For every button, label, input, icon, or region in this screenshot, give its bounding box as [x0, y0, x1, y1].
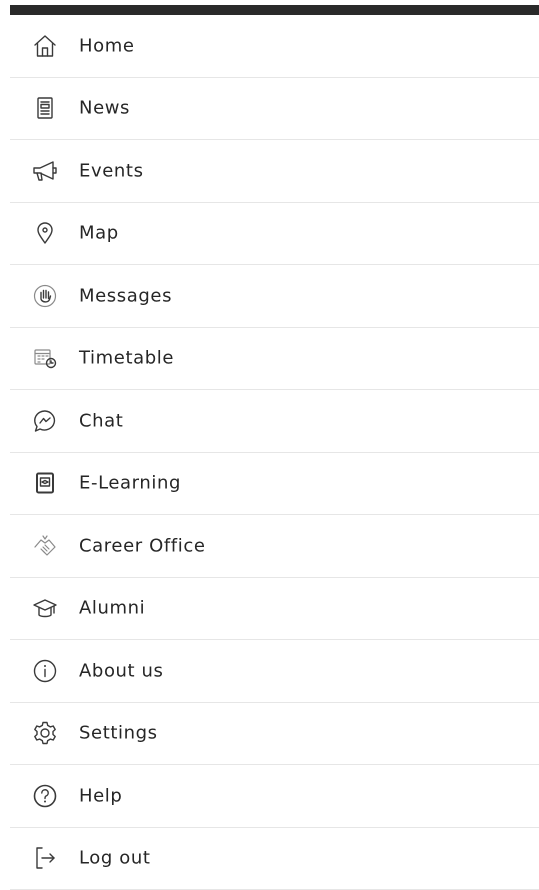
menu-item-chat[interactable]: Chat — [10, 390, 539, 453]
chat-bubble-icon — [32, 408, 58, 434]
menu-item-label: Map — [79, 222, 119, 244]
menu-item-e-learning[interactable]: E-Learning — [10, 453, 539, 515]
hand-icon — [32, 283, 58, 309]
menu-item-home[interactable]: Home — [10, 15, 539, 78]
map-pin-icon — [32, 220, 58, 246]
menu-item-about-us[interactable]: About us — [10, 640, 539, 703]
news-icon — [32, 95, 58, 121]
tablet-icon — [32, 470, 58, 496]
logout-icon — [32, 845, 58, 871]
menu-item-label: Timetable — [79, 347, 175, 369]
graduation-cap-icon — [32, 595, 58, 621]
menu-item-label: Chat — [79, 410, 124, 432]
menu-item-label: Home — [79, 35, 135, 57]
info-icon — [32, 658, 58, 684]
menu-item-log-out[interactable]: Log out — [10, 828, 539, 890]
menu-item-label: Log out — [79, 847, 151, 869]
menu-item-career-office[interactable]: Career Office — [10, 515, 539, 578]
menu-item-label: Settings — [79, 722, 158, 744]
menu-item-settings[interactable]: Settings — [10, 703, 539, 765]
menu-item-label: About us — [79, 660, 164, 682]
menu-item-help[interactable]: Help — [10, 765, 539, 828]
home-icon — [32, 33, 58, 59]
menu-item-events[interactable]: Events — [10, 140, 539, 203]
handshake-icon — [32, 533, 58, 559]
menu-item-label: Career Office — [79, 535, 206, 557]
menu-item-label: Alumni — [79, 597, 146, 619]
menu-item-news[interactable]: News — [10, 78, 539, 140]
help-icon — [32, 783, 58, 809]
menu-item-alumni[interactable]: Alumni — [10, 578, 539, 640]
menu-item-label: Events — [79, 160, 144, 182]
menu-item-label: News — [79, 97, 131, 119]
top-bar — [10, 5, 539, 15]
navigation-menu: Home News Events Map Messages Timetable … — [10, 15, 539, 890]
menu-item-label: Messages — [79, 285, 173, 307]
menu-item-label: Help — [79, 785, 123, 807]
gear-icon — [32, 720, 58, 746]
menu-item-label: E-Learning — [79, 472, 182, 494]
megaphone-icon — [32, 158, 58, 184]
menu-item-messages[interactable]: Messages — [10, 265, 539, 328]
menu-item-map[interactable]: Map — [10, 203, 539, 265]
calendar-clock-icon — [32, 345, 58, 371]
menu-item-timetable[interactable]: Timetable — [10, 328, 539, 390]
